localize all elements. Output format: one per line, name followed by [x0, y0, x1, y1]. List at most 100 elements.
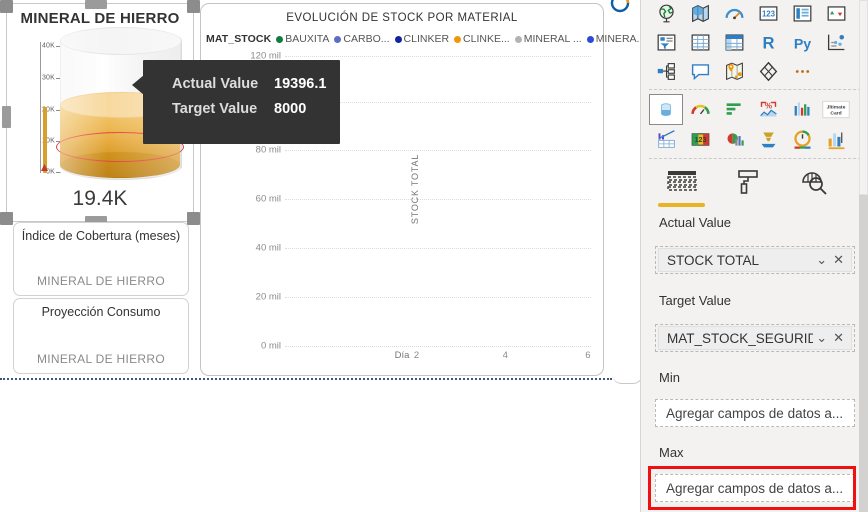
pane-divider [649, 158, 861, 159]
chevron-down-icon[interactable]: ⌄ [813, 252, 830, 268]
power-apps-icon[interactable] [751, 56, 785, 87]
tooltip-value: 19396.1 [274, 76, 327, 92]
card-category: MINERAL DE HIERRO [36, 274, 165, 288]
gauge-display-value: 19.4K [72, 187, 128, 210]
tornado-icon[interactable] [751, 124, 785, 155]
field-well-placeholder: Agregar campos de datos a... [666, 480, 844, 496]
tooltip-label: Target Value [172, 101, 258, 117]
key-influencers-icon[interactable] [819, 27, 853, 58]
field-well-min[interactable]: Agregar campos de datos a... [655, 399, 855, 427]
arcgis-map-icon[interactable] [717, 56, 751, 87]
ultimate-card-icon[interactable]: Jltimate Card [819, 94, 853, 125]
dial-gauge-icon[interactable] [785, 124, 819, 155]
custom-visual-icon[interactable] [717, 124, 751, 155]
pane-tabs[interactable] [665, 166, 831, 197]
y-axis-tick: 80 mil [255, 144, 281, 156]
y-axis-tick: 40 mil [255, 242, 281, 254]
remove-field-icon[interactable]: ✕ [830, 330, 847, 346]
radial-gauge-icon[interactable] [683, 94, 717, 125]
field-chip-mat-stock-seguridad[interactable]: MAT_STOCK_SEGURIDAD ⌄ ✕ [658, 326, 852, 350]
tooltip-value: 8000 [274, 101, 307, 117]
field-well-actual-value[interactable]: STOCK TOTAL ⌄ ✕ [655, 246, 855, 274]
multi-row-card-icon[interactable] [785, 0, 819, 29]
more-options-icon[interactable] [785, 56, 819, 87]
pane-scrollbar-thumb[interactable] [859, 0, 868, 195]
bar-chart-icon[interactable] [819, 124, 853, 155]
svg-text:Py: Py [793, 36, 810, 52]
partial-visual-icon[interactable] [609, 0, 631, 19]
python-script-icon[interactable]: Py [785, 27, 819, 58]
kpi-icon[interactable] [819, 0, 853, 29]
visual-type-row-1[interactable]: 123 [649, 0, 853, 29]
tooltip-label: Actual Value [172, 76, 259, 92]
selection-handle-left-center[interactable] [2, 106, 11, 128]
svg-text:R: R [762, 34, 774, 53]
field-chip-stock-total[interactable]: STOCK TOTAL ⌄ ✕ [658, 248, 852, 272]
field-label-min: Min [659, 370, 680, 385]
visualizations-pane[interactable]: 123 R Py % Jltimate Card 123 Actual Valu… [640, 0, 868, 512]
decomposition-tree-icon[interactable] [649, 56, 683, 87]
combo-chart-icon[interactable] [649, 124, 683, 155]
card-title: Proyección Consumo [41, 305, 161, 319]
visual-type-row-3[interactable] [649, 56, 853, 87]
kpi-percent-icon[interactable]: % [751, 94, 785, 125]
screenshot-root: MINERAL DE HIERRO 40K 30K 20K 10K 0K 19.… [0, 0, 868, 512]
number-card-icon[interactable]: 123 [683, 124, 717, 155]
svg-text:123: 123 [694, 137, 706, 144]
custom-visual-row-1[interactable]: % Jltimate Card [649, 94, 853, 125]
table-icon[interactable] [683, 27, 717, 58]
gauge-title: MINERAL DE HIERRO [20, 10, 180, 27]
visual-type-row-2[interactable]: R Py [649, 27, 853, 58]
selection-handle-top-center[interactable] [85, 0, 107, 9]
fields-icon[interactable] [665, 166, 699, 197]
selection-handle-top-left[interactable] [0, 0, 13, 13]
pane-divider [649, 89, 861, 90]
selection-handle-bottom-left[interactable] [0, 212, 13, 225]
slicer-icon[interactable] [649, 27, 683, 58]
field-well-target-value[interactable]: MAT_STOCK_SEGURIDAD ⌄ ✕ [655, 324, 855, 352]
card-number-icon[interactable]: 123 [751, 0, 785, 29]
y-axis-tick: 20 mil [255, 291, 281, 303]
selection-handle-top-right[interactable] [187, 0, 200, 13]
column-sparkline-icon[interactable] [785, 94, 819, 125]
line-chart-visual[interactable]: EVOLUCIÓN DE STOCK POR MATERIAL MAT_STOC… [200, 3, 640, 376]
custom-visual-row-2[interactable]: 123 [649, 124, 853, 155]
field-well-max[interactable]: Agregar campos de datos a... [655, 474, 855, 502]
field-label-target-value: Target Value [659, 293, 732, 308]
map-icon[interactable] [649, 0, 683, 29]
page-edge-outline [612, 0, 640, 384]
card-title: Índice de Cobertura (meses) [21, 229, 181, 243]
field-label-max: Max [659, 445, 684, 460]
card-category: MINERAL DE HIERRO [36, 352, 165, 366]
field-label-actual-value: Actual Value [659, 215, 732, 230]
field-chip-label: MAT_STOCK_SEGURIDAD [667, 330, 813, 346]
r-script-icon[interactable]: R [751, 27, 785, 58]
card-indice-cobertura[interactable]: Índice de Cobertura (meses) MINERAL DE H… [13, 222, 189, 296]
svg-text:Card: Card [830, 110, 841, 116]
card-proyeccion-consumo[interactable]: Proyección Consumo MINERAL DE HIERRO [13, 298, 189, 374]
matrix-icon[interactable] [717, 27, 751, 58]
format-paintroller-icon[interactable] [731, 166, 765, 197]
gauge-icon[interactable] [717, 0, 751, 29]
svg-text:123: 123 [761, 10, 775, 19]
filled-map-icon[interactable] [683, 0, 717, 29]
svg-text:Jltimate: Jltimate [827, 105, 846, 111]
gauge-actual-bar [43, 107, 47, 173]
q-and-a-icon[interactable] [683, 56, 717, 87]
y-axis-tick: 60 mil [255, 193, 281, 205]
analytics-magnifier-icon[interactable] [797, 166, 831, 197]
field-chip-label: STOCK TOTAL [667, 252, 760, 268]
page-boundary-dotted [0, 378, 612, 380]
tooltip-arrow-icon [132, 75, 144, 95]
cylinder-gauge-icon[interactable] [649, 94, 683, 125]
chevron-down-icon[interactable]: ⌄ [813, 330, 830, 346]
selection-handle-bottom-right[interactable] [187, 212, 200, 225]
gauge-axis-line [40, 42, 41, 173]
x-axis-title: Día [394, 350, 410, 361]
report-canvas[interactable]: MINERAL DE HIERRO 40K 30K 20K 10K 0K 19.… [0, 0, 640, 512]
tooltip-row-actual: Actual Value 19396.1 [172, 76, 340, 92]
remove-field-icon[interactable]: ✕ [830, 252, 847, 268]
pane-scrollbar-track[interactable] [859, 0, 868, 512]
bullet-chart-icon[interactable] [717, 94, 751, 125]
field-well-placeholder: Agregar campos de datos a... [666, 405, 844, 421]
